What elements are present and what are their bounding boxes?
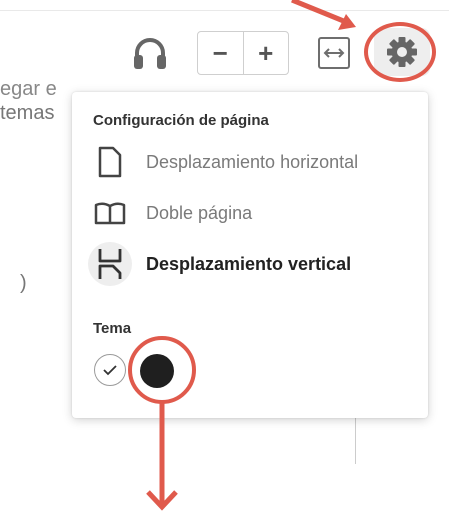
theme-heading: Tema <box>93 320 132 337</box>
zoom-control: − + <box>197 31 289 75</box>
option-label: Doble página <box>146 202 253 223</box>
fit-width-button[interactable] <box>318 37 350 69</box>
page-icon <box>88 140 132 184</box>
option-double-page[interactable]: Doble página <box>88 191 418 235</box>
background-text-line: egar e <box>0 78 57 100</box>
background-text-line: temas <box>0 102 55 124</box>
theme-light-swatch[interactable] <box>94 354 126 386</box>
annotation-arrow-down <box>146 402 178 511</box>
reader-toolbar: − + <box>0 22 449 82</box>
zoom-out-label: − <box>212 37 228 68</box>
option-label: Desplazamiento horizontal <box>146 151 359 172</box>
dark-theme-highlight-circle <box>128 336 196 404</box>
checkmark-icon <box>103 365 117 376</box>
fit-width-icon <box>323 48 345 58</box>
vertical-scroll-icon <box>88 242 132 286</box>
zoom-out-button[interactable]: − <box>198 32 243 74</box>
book-icon <box>88 191 132 235</box>
annotation-arrow-top <box>291 0 356 30</box>
option-vertical-scroll[interactable]: Desplazamiento vertical <box>88 242 418 286</box>
settings-highlight-circle <box>364 22 436 82</box>
page-config-heading: Configuración de página <box>93 112 269 129</box>
zoom-in-button[interactable]: + <box>244 32 289 74</box>
page-divider <box>355 418 356 464</box>
option-label: Desplazamiento vertical <box>146 253 352 274</box>
option-horizontal-scroll[interactable]: Desplazamiento horizontal <box>88 140 418 184</box>
headphones-icon[interactable] <box>130 34 170 74</box>
top-divider <box>0 10 449 11</box>
zoom-in-label: + <box>258 37 274 68</box>
settings-panel: Configuración de página Desplazamiento h… <box>72 92 428 418</box>
background-text-line: ) <box>20 272 27 294</box>
